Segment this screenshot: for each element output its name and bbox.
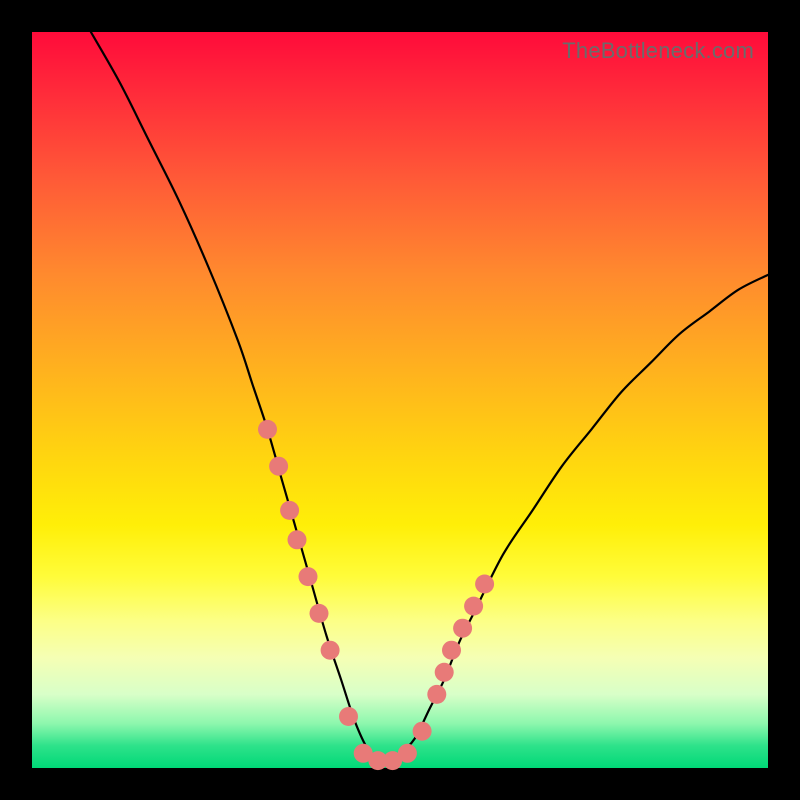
marker-dot bbox=[464, 597, 483, 616]
marker-dot bbox=[427, 685, 446, 704]
marker-dot bbox=[339, 707, 358, 726]
marker-dot bbox=[258, 420, 277, 439]
marker-dot bbox=[280, 501, 299, 520]
marker-dot bbox=[475, 575, 494, 594]
marker-dot bbox=[442, 641, 461, 660]
bottleneck-curve bbox=[91, 32, 768, 761]
marker-dot bbox=[269, 457, 288, 476]
marker-dot bbox=[398, 744, 417, 763]
plot-area: TheBottleneck.com bbox=[32, 32, 768, 768]
curve-layer bbox=[32, 32, 768, 768]
marker-dot bbox=[310, 604, 329, 623]
marker-dot bbox=[288, 530, 307, 549]
marker-dot bbox=[413, 722, 432, 741]
marker-dot bbox=[435, 663, 454, 682]
chart-frame: TheBottleneck.com bbox=[0, 0, 800, 800]
marker-dot bbox=[453, 619, 472, 638]
marker-dot bbox=[299, 567, 318, 586]
marker-dot bbox=[321, 641, 340, 660]
marker-dots bbox=[258, 420, 494, 770]
